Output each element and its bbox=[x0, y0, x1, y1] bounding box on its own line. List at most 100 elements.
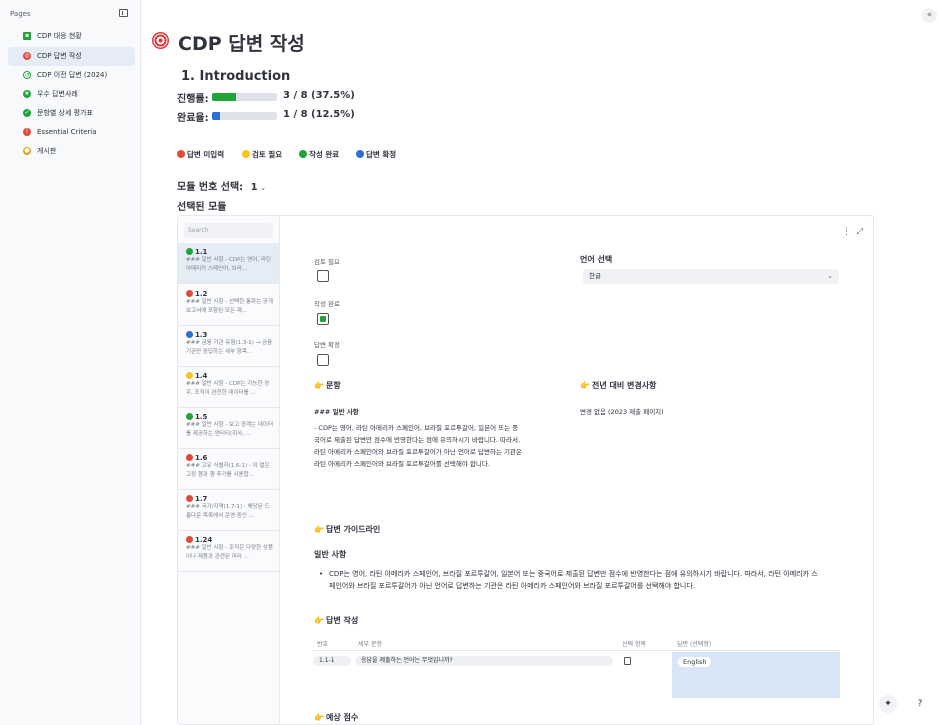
status-dot-icon bbox=[186, 290, 193, 297]
list-item[interactable]: 1.7 ### 국가/지역(1.7-1) - 해당된 드롭다운 목록에서 운영 … bbox=[178, 490, 279, 531]
completion-label: 완료율: bbox=[177, 113, 209, 124]
language-label: 언어 선택 bbox=[580, 255, 613, 264]
list-item[interactable]: 1.2 ### 일반 사항 - 선택한 통화는 공개 보고서에 포함된 모든 재… bbox=[178, 285, 279, 326]
answer-value[interactable]: English bbox=[678, 657, 712, 667]
row-question: 응답을 제출하는 언어는 무엇입니까? bbox=[355, 656, 613, 666]
list-item[interactable]: 1.3 ### 금융 기관 유형(1.3-1) → 금융기관만 응답하는 세부 … bbox=[178, 326, 279, 367]
answer-heading: 👉 답변 작성 bbox=[314, 616, 359, 625]
status-dot-icon bbox=[186, 495, 193, 502]
list-item[interactable]: 1.5 ### 일반 사항 - 보고 경계는 데이터를 제공하는 엔티티(회사,… bbox=[178, 408, 279, 449]
status-dot-icon bbox=[186, 372, 193, 379]
progress-bar bbox=[212, 93, 277, 101]
completion-bar bbox=[212, 112, 277, 120]
legend-review-needed: 검토 필요 bbox=[242, 149, 282, 160]
legend-not-entered: 답변 미입력 bbox=[177, 149, 224, 160]
table-divider bbox=[313, 650, 840, 651]
palette-icon: ● bbox=[23, 147, 31, 155]
sidebar-toggle-icon[interactable] bbox=[119, 9, 128, 17]
list-item[interactable]: 1.1 ### 일반 사항 - CDP는 영어, 라틴 아메리카 스페인어, 브… bbox=[178, 243, 279, 284]
sidebar-item-label: 우수 답변사례 bbox=[37, 90, 78, 98]
pointing-hand-icon: 👉 bbox=[314, 713, 324, 722]
sidebar-item-label: CDP 이전 답변 (2024) bbox=[37, 71, 108, 79]
target-icon: ◎ bbox=[23, 52, 31, 60]
pointing-hand-icon: 👉 bbox=[314, 616, 324, 625]
sidebar-item-label: CDP 답변 작성 bbox=[37, 52, 82, 60]
status-dot-icon bbox=[186, 454, 193, 461]
sidebar: Pages ▪ CDP 대응 현황 ◎ CDP 답변 작성 ↺ CDP 이전 답… bbox=[0, 0, 141, 725]
question-list: Search 1.1 ### 일반 사항 - CDP는 영어, 라틴 아메리카 … bbox=[178, 216, 280, 724]
module-select[interactable]: 모듈 번호 선택: 1 ⌄ bbox=[177, 178, 266, 193]
document-icon[interactable] bbox=[624, 657, 631, 665]
status-dot-icon bbox=[186, 331, 193, 338]
table-header-choice: 선택 항목 bbox=[622, 641, 646, 648]
sidebar-heading: Pages bbox=[10, 10, 31, 18]
sidebar-item-previous-answers[interactable]: ↺ CDP 이전 답변 (2024) bbox=[8, 66, 135, 85]
changes-body: 변경 없음 (2023 제출 페이지) bbox=[580, 408, 664, 416]
guide-sub: 일반 사항 bbox=[314, 550, 347, 559]
list-item[interactable]: 1.6 ### 고유 식별자(1.6-1) - 이 열은 고정 행과 행 추가를… bbox=[178, 449, 279, 490]
complete-checkbox[interactable] bbox=[317, 313, 329, 325]
table-header-num: 번호 bbox=[317, 641, 329, 648]
sidebar-item-board[interactable]: ● 게시판 bbox=[8, 142, 135, 161]
language-select[interactable]: 한글 ⌄ bbox=[583, 269, 839, 284]
question-sub: ### 일반 사항 bbox=[314, 408, 359, 416]
sparkle-assistant-icon[interactable]: ✦ bbox=[879, 695, 897, 713]
score-heading: 👉 예상 점수 bbox=[314, 713, 359, 722]
legend-confirmed: 답변 확정 bbox=[356, 149, 396, 160]
chart-square-icon: ▪ bbox=[23, 32, 31, 40]
status-dot-icon bbox=[186, 248, 193, 255]
alert-icon: ! bbox=[23, 128, 31, 136]
star-badge-icon: ★ bbox=[23, 90, 31, 98]
expand-icon[interactable]: ⤢ bbox=[857, 227, 863, 237]
sidebar-item-essential-criteria[interactable]: ! Essential Criteria bbox=[8, 123, 135, 142]
module-panel: Search 1.1 ### 일반 사항 - CDP는 영어, 라틴 아메리카 … bbox=[177, 215, 874, 725]
green-dot-icon bbox=[299, 150, 307, 158]
help-icon[interactable]: ? bbox=[911, 695, 929, 713]
sidebar-item-label: 게시판 bbox=[37, 147, 57, 155]
pointing-hand-icon: 👉 bbox=[580, 381, 590, 390]
list-item[interactable]: 1.4 ### 일반 사항 - CDP는 가능한 경우, 조직이 완전한 데이터… bbox=[178, 367, 279, 408]
list-item[interactable]: 1.24 ### 일반 사항 - 조직은 다양한 상품이나 제품과 관련된 여러… bbox=[178, 531, 279, 572]
status-dot-icon bbox=[186, 536, 193, 543]
blue-dot-icon bbox=[356, 150, 364, 158]
sidebar-item-cdp-answer[interactable]: ◎ CDP 답변 작성 bbox=[8, 47, 135, 66]
progress-value: 3 / 8 (37.5%) bbox=[283, 90, 355, 101]
search-input[interactable]: Search bbox=[184, 223, 273, 238]
check-circle-icon: ✓ bbox=[23, 109, 31, 117]
chevron-down-icon: ⌄ bbox=[827, 272, 833, 280]
question-detail: ⋮ ⤢ 검토 필요 작성 완료 답변 확정 언어 선택 한글 ⌄ 👉 문항 ###… bbox=[281, 216, 873, 724]
sidebar-item-label: Essential Criteria bbox=[37, 128, 97, 136]
answer-cell[interactable]: English bbox=[672, 652, 840, 698]
red-dot-icon bbox=[177, 150, 185, 158]
row-number: 1.1-1 bbox=[313, 656, 351, 666]
section-heading: 1. Introduction bbox=[181, 69, 291, 84]
question-body: - CDP는 영어, 라틴 아메리카 스페인어, 브라질 포르투갈어, 일본어 … bbox=[314, 424, 522, 468]
sidebar-item-label: CDP 대응 현황 bbox=[37, 32, 82, 40]
pointing-hand-icon: 👉 bbox=[314, 525, 324, 534]
more-options-icon[interactable]: ⋮ bbox=[842, 227, 851, 237]
chevron-down-icon: ⌄ bbox=[257, 184, 266, 192]
guide-bullet: CDP는 영어, 라틴 아메리카 스페인어, 브라질 포르투갈어, 일본어 또는… bbox=[319, 568, 819, 592]
table-header-question: 세부 문항 bbox=[358, 641, 382, 648]
progress-label: 진행률: bbox=[177, 94, 209, 105]
review-needed-checkbox[interactable] bbox=[317, 270, 329, 282]
status-dot-icon bbox=[186, 413, 193, 420]
guide-heading: 👉 답변 가이드라인 bbox=[314, 525, 381, 534]
page-title: CDP 답변 작성 bbox=[178, 33, 305, 55]
legend-complete: 작성 완료 bbox=[299, 149, 339, 160]
sidebar-item-label: 문항별 상세 평가표 bbox=[37, 109, 93, 117]
sidebar-item-cdp-status[interactable]: ▪ CDP 대응 현황 bbox=[8, 27, 135, 46]
review-needed-label: 검토 필요 bbox=[314, 258, 340, 266]
sidebar-item-evaluation[interactable]: ✓ 문항별 상세 평가표 bbox=[8, 104, 135, 123]
main-content: CDP 답변 작성 1. Introduction 진행률: 3 / 8 (37… bbox=[141, 0, 941, 725]
pointing-hand-icon: 👉 bbox=[314, 381, 324, 390]
confirmed-checkbox[interactable] bbox=[317, 354, 329, 366]
question-heading: 👉 문항 bbox=[314, 381, 341, 390]
history-icon: ↺ bbox=[23, 71, 31, 79]
selected-module-label: 선택된 모듈 bbox=[177, 202, 227, 213]
complete-label: 작성 완료 bbox=[314, 300, 340, 308]
completion-value: 1 / 8 (12.5%) bbox=[283, 109, 355, 120]
changes-heading: 👉 전년 대비 변경사항 bbox=[580, 381, 657, 390]
sidebar-item-best-practices[interactable]: ★ 우수 답변사례 bbox=[8, 85, 135, 104]
table-header-answer: 답변 (선택형) bbox=[677, 641, 712, 648]
